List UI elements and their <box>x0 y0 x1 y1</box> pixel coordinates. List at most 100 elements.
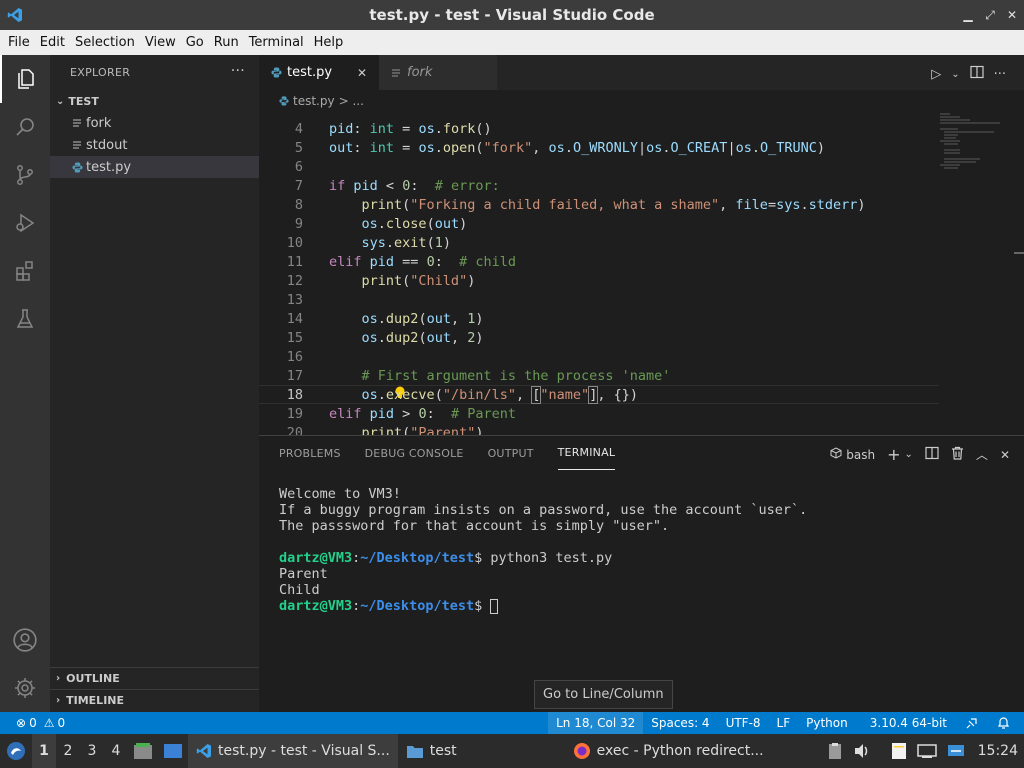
extensions-icon[interactable] <box>0 247 50 295</box>
close-panel-icon[interactable]: ✕ <box>1000 448 1010 462</box>
window-show-desktop-icon[interactable] <box>158 734 188 768</box>
tab-fork[interactable]: fork <box>379 55 497 90</box>
minimap[interactable] <box>940 112 1010 192</box>
firefox-icon <box>573 742 591 760</box>
line-number: 17 <box>286 367 303 384</box>
cursor-position[interactable]: Ln 18, Col 32 <box>548 712 644 734</box>
minimize-button[interactable]: ▁ <box>962 8 974 22</box>
menu-go[interactable]: Go <box>181 35 209 50</box>
chevron-down-icon[interactable]: ⌄ <box>951 69 959 80</box>
split-editor-icon[interactable] <box>969 65 984 83</box>
line-number: 12 <box>286 272 303 289</box>
taskbar-app-firefox[interactable]: exec - Python redirect... <box>565 734 772 768</box>
menu-terminal[interactable]: Terminal <box>244 35 309 50</box>
language-mode[interactable]: Python <box>798 712 856 734</box>
tab-terminal[interactable]: TERMINAL <box>557 436 616 470</box>
workspace-1[interactable]: 1 <box>32 734 56 768</box>
close-window-button[interactable]: ✕ <box>1006 8 1018 22</box>
editor-area: test.py ✕ fork ▷ ⌄ ··· test.py > ... 4 p… <box>259 55 1024 435</box>
run-python-file-icon[interactable]: ▷ <box>931 67 941 82</box>
notes-icon[interactable] <box>886 734 912 768</box>
trash-icon[interactable] <box>951 446 964 464</box>
manage-gear-icon[interactable] <box>0 664 50 712</box>
terminal-shell-selector[interactable]: bash <box>830 446 875 463</box>
timeline-section[interactable]: › TIMELINE <box>50 689 259 711</box>
workspace-4[interactable]: 4 <box>104 734 128 768</box>
timeline-label: TIMELINE <box>66 694 125 707</box>
more-actions-icon[interactable]: ··· <box>994 67 1006 82</box>
search-icon[interactable] <box>0 103 50 151</box>
workspace-2[interactable]: 2 <box>56 734 80 768</box>
testing-icon[interactable] <box>0 295 50 343</box>
split-terminal-icon[interactable] <box>925 446 939 464</box>
menu-run[interactable]: Run <box>209 35 244 50</box>
file-item-stdout[interactable]: stdout <box>50 134 259 156</box>
line-number: 20 <box>286 424 303 436</box>
python-interpreter[interactable]: 3.10.4 64-bit <box>862 712 955 734</box>
tab-label: test.py <box>287 65 333 80</box>
breadcrumb-rest[interactable]: > ... <box>339 94 364 108</box>
vscode-logo-icon <box>0 0 30 30</box>
code-line: 16 <box>259 347 939 366</box>
terminal-line: If a buggy program insists on a password… <box>279 502 808 518</box>
run-debug-icon[interactable] <box>0 199 50 247</box>
taskbar: 1 2 3 4 test.py - test - Visual S... tes… <box>0 734 1024 768</box>
tray-screen-icon[interactable] <box>942 734 970 768</box>
code-editor[interactable]: 4 pid: int = os.fork() 5 out: int = os.o… <box>259 121 939 435</box>
encoding[interactable]: UTF-8 <box>718 712 769 734</box>
new-terminal-icon[interactable]: + <box>887 445 900 464</box>
warning-icon: ⚠ <box>43 716 55 730</box>
menu-edit[interactable]: Edit <box>35 35 70 50</box>
taskbar-app-folder[interactable]: test <box>398 734 465 768</box>
editor-scrollbar[interactable] <box>1010 112 1024 435</box>
account-icon[interactable] <box>0 616 50 664</box>
start-menu-icon[interactable] <box>0 734 32 768</box>
tab-problems[interactable]: PROBLEMS <box>279 436 341 470</box>
terminal-output[interactable]: Welcome to VM3! If a buggy program insis… <box>279 486 807 614</box>
tab-test-py[interactable]: test.py ✕ <box>259 55 379 90</box>
activity-bar <box>0 55 50 712</box>
code-line: 15 os.dup2(out, 2) <box>259 328 939 347</box>
workspace-3[interactable]: 3 <box>80 734 104 768</box>
prompt-user: dartz@VM3 <box>279 550 353 566</box>
maximize-panel-icon[interactable]: ︿ <box>976 446 988 463</box>
problems-status[interactable]: ⊗ 0 ⚠ 0 <box>0 712 73 734</box>
file-item-fork[interactable]: fork <box>50 112 259 134</box>
explorer-icon[interactable] <box>0 55 50 103</box>
tab-output[interactable]: OUTPUT <box>488 436 534 470</box>
folder-test[interactable]: ⌄ TEST <box>50 90 259 112</box>
prompt-user: dartz@VM3 <box>279 598 353 614</box>
maximize-button[interactable]: ⤢ <box>984 8 996 23</box>
file-item-test-py[interactable]: test.py <box>50 156 259 178</box>
chevron-down-icon[interactable]: ⌄ <box>905 449 913 460</box>
clock[interactable]: 15:24 <box>973 734 1024 768</box>
line-number: 4 <box>294 121 303 137</box>
code-line: 20 print("Parent") <box>259 423 939 436</box>
menu-file[interactable]: File <box>3 35 35 50</box>
more-actions-button[interactable]: ··· <box>231 63 245 79</box>
network-icon[interactable] <box>912 734 942 768</box>
breadcrumb: test.py > ... <box>259 90 1024 112</box>
close-tab-button[interactable]: ✕ <box>357 66 367 80</box>
files-icon[interactable] <box>128 734 158 768</box>
outline-section[interactable]: › OUTLINE <box>50 667 259 689</box>
status-bar: ⊗ 0 ⚠ 0 Ln 18, Col 32 Spaces: 4 UTF-8 LF… <box>0 712 1024 734</box>
end-of-line[interactable]: LF <box>769 712 799 734</box>
breadcrumb-file[interactable]: test.py <box>293 94 335 108</box>
menu-view[interactable]: View <box>140 35 181 50</box>
line-number: 18 <box>286 386 303 403</box>
tab-debug-console[interactable]: DEBUG CONSOLE <box>365 436 464 470</box>
indentation[interactable]: Spaces: 4 <box>643 712 717 734</box>
terminal-cursor <box>490 598 499 614</box>
menu-bar: File Edit Selection View Go Run Terminal… <box>0 30 1024 55</box>
line-number: 5 <box>294 139 303 156</box>
notifications-bell-icon[interactable] <box>989 712 1024 734</box>
volume-icon[interactable] <box>848 734 876 768</box>
taskbar-app-vscode[interactable]: test.py - test - Visual S... <box>188 734 398 768</box>
clipboard-icon[interactable] <box>822 734 848 768</box>
menu-help[interactable]: Help <box>309 35 349 50</box>
feedback-icon[interactable] <box>955 712 989 734</box>
source-control-icon[interactable] <box>0 151 50 199</box>
python-file-icon <box>271 67 282 78</box>
menu-selection[interactable]: Selection <box>70 35 140 50</box>
